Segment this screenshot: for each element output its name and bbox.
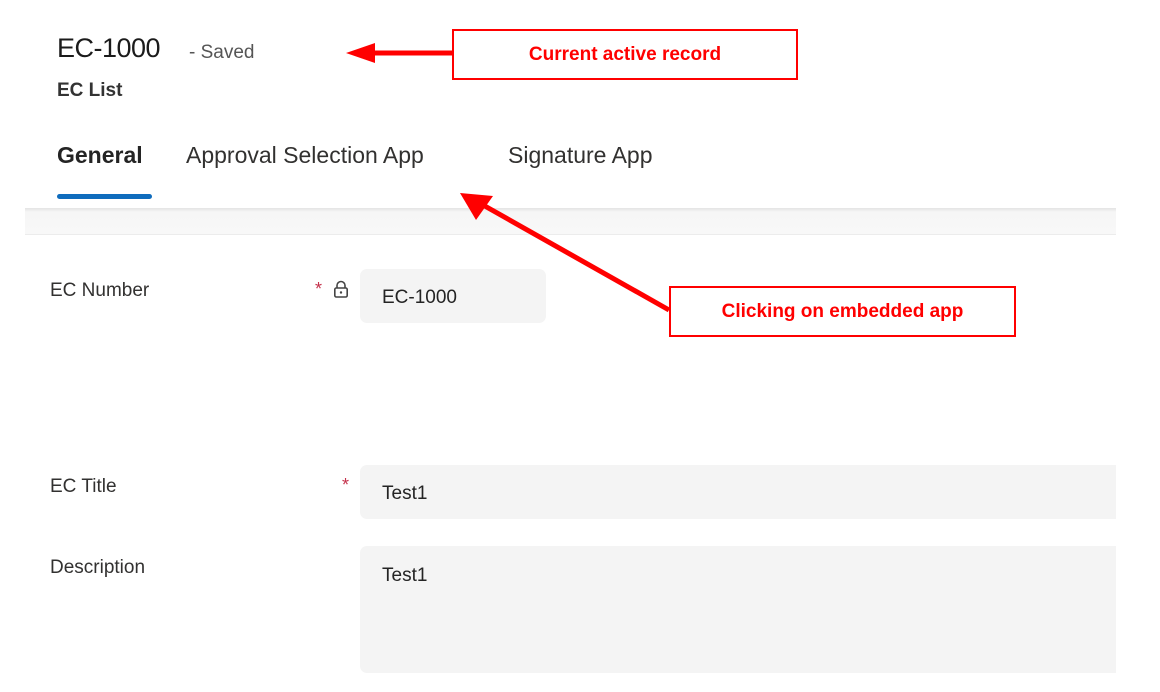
description-textarea[interactable]: Test1 [360, 546, 1116, 673]
arrow-head [346, 43, 375, 63]
ec-number-label: EC Number [50, 280, 150, 301]
ec-title-input[interactable]: Test1 [360, 465, 1116, 519]
lock-icon [333, 280, 348, 298]
annotation-current-record: Current active record [452, 29, 798, 80]
annotation-embedded-app: Clicking on embedded app [669, 286, 1016, 337]
arrow-to-record-title [346, 43, 452, 63]
save-status: - Saved [189, 42, 255, 63]
tab-signature-app[interactable]: Signature App [508, 142, 653, 169]
description-label: Description [50, 557, 146, 578]
required-marker: * [315, 279, 323, 299]
tab-general[interactable]: General [57, 142, 143, 169]
record-title: EC-1000 [57, 33, 161, 63]
section-divider [25, 208, 1116, 235]
ec-number-field[interactable]: EC-1000 [360, 269, 546, 323]
entity-name: EC List [57, 80, 123, 101]
required-marker: * [342, 475, 350, 495]
tab-approval-selection-app[interactable]: Approval Selection App [186, 142, 424, 169]
active-tab-indicator [57, 194, 152, 199]
ec-title-label: EC Title [50, 476, 117, 497]
